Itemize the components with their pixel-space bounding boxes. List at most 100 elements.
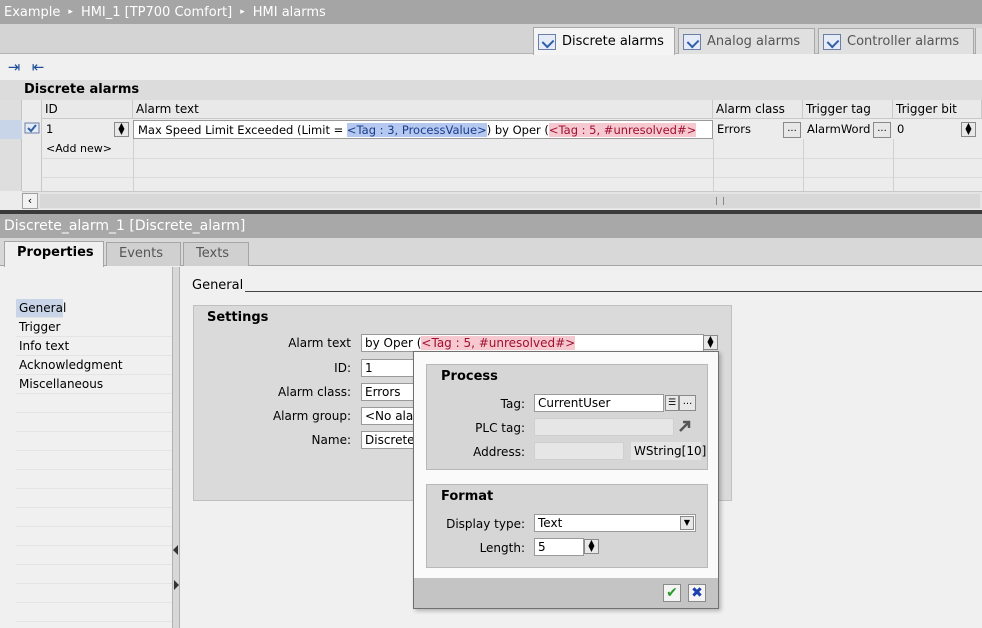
collapse-left-icon[interactable] [173, 545, 178, 555]
cancel-x-icon[interactable]: ✖ [688, 584, 706, 602]
nav-item-info-text[interactable]: Info text [16, 337, 172, 356]
alarm-text-spinner[interactable]: ▲ ▼ [703, 335, 718, 350]
column-divider [713, 139, 714, 191]
breadcrumb: Example ▸ HMI_1 [TP700 Comfort] ▸ HMI al… [0, 0, 982, 24]
goto-arrow-icon[interactable] [677, 418, 693, 434]
scroll-left-icon[interactable]: ‹ [22, 193, 38, 209]
nav-item-miscellaneous[interactable]: Miscellaneous [16, 375, 172, 394]
breadcrumb-item-project[interactable]: Example [4, 5, 60, 20]
alarm-text-middle: ) by Oper ( [486, 123, 549, 137]
nav-splitter[interactable] [172, 267, 180, 628]
tab-controller-alarms[interactable]: Controller alarms [818, 28, 974, 54]
process-value-tag-field[interactable]: <Tag : 3, ProcessValue> [346, 123, 487, 137]
nav-empty-row [16, 470, 172, 489]
export-icon[interactable]: ⇥ [5, 58, 23, 76]
column-header-alarm-class[interactable]: Alarm class [713, 100, 803, 119]
inspector-tab-bar: Properties Events Texts [0, 238, 982, 267]
discrete-alarm-icon [538, 33, 556, 50]
general-section-label: General [192, 278, 244, 293]
controller-alarm-icon [823, 33, 841, 50]
tab-analog-alarms[interactable]: Analog alarms [678, 28, 815, 54]
row-divider [42, 177, 982, 178]
alarm-class-browse-button[interactable]: ... [783, 122, 801, 138]
discrete-alarm-icon [24, 122, 40, 136]
editor-tab-bar: Discrete alarms Analog alarms Controller… [0, 24, 982, 55]
unresolved-tag-field[interactable]: <Tag : 5, #unresolved#> [548, 123, 697, 137]
cell-alarm-text[interactable]: Max Speed Limit Exceeded (Limit = <Tag :… [133, 120, 713, 139]
plc-tag-input [534, 418, 674, 436]
column-header-alarm-text[interactable]: Alarm text [133, 100, 713, 119]
address-input [534, 442, 624, 460]
nav-empty-row [16, 546, 172, 565]
trigger-bit-spinner[interactable]: ▲ ▼ [961, 122, 976, 137]
row-divider [42, 158, 982, 159]
length-spinner[interactable]: ▲ ▼ [584, 539, 599, 554]
unresolved-tag-field[interactable]: <Tag : 5, #unresolved#> [421, 336, 576, 350]
section-rule [245, 291, 982, 292]
inspector-title: Discrete_alarm_1 [Discrete_alarm] [0, 214, 982, 238]
id-spinner[interactable]: ▲ ▼ [114, 122, 129, 137]
breadcrumb-separator-icon: ▸ [240, 7, 245, 17]
display-type-value: Text [538, 516, 563, 530]
column-header-trigger-bit[interactable]: Trigger bit [893, 100, 982, 119]
tab-discrete-alarms[interactable]: Discrete alarms [533, 27, 675, 55]
display-type-select[interactable]: Text ▼ [534, 514, 696, 532]
column-header-trigger-tag[interactable]: Trigger tag [803, 100, 893, 119]
add-new-row[interactable]: <Add new> [42, 139, 133, 158]
tag-properties-popup: Process Tag: CurrentUser ☰ ... PLC tag: … [413, 351, 719, 609]
list-icon[interactable]: ☰ [665, 395, 679, 411]
nav-item-general[interactable]: General [16, 299, 66, 318]
display-type-label: Display type: [446, 517, 525, 531]
nav-empty-row [16, 527, 172, 546]
plc-tag-label: PLC tag: [475, 421, 525, 435]
row-selector[interactable] [0, 120, 22, 139]
alarm-text-input[interactable]: by Oper (<Tag : 5, #unresolved#> [361, 334, 704, 352]
format-group: Format Display type: Text ▼ Length: 5 ▲ ▼ [426, 484, 708, 568]
breadcrumb-item-device[interactable]: HMI_1 [TP700 Comfort] [81, 5, 232, 20]
nav-empty-row [16, 603, 172, 622]
process-title: Process [441, 369, 498, 384]
nav-empty-row [16, 584, 172, 603]
tag-label: Tag: [500, 397, 525, 411]
alarm-group-label: Alarm group: [272, 409, 351, 423]
tab-overflow[interactable] [975, 28, 982, 54]
tag-input[interactable]: CurrentUser [534, 394, 664, 412]
nav-item-acknowledgment[interactable]: Acknowledgment [16, 356, 172, 375]
format-title: Format [441, 489, 494, 504]
popup-footer: ✔ ✖ [414, 578, 718, 608]
settings-title: Settings [207, 310, 269, 325]
row-header-column [0, 100, 22, 191]
column-divider [803, 139, 804, 191]
tab-label: Analog alarms [707, 34, 801, 49]
tab-events[interactable]: Events [106, 242, 181, 266]
scrollbar-thumb[interactable] [40, 194, 980, 208]
trigger-tag-browse-button[interactable]: ... [873, 122, 891, 138]
nav-item-trigger[interactable]: Trigger [16, 318, 172, 337]
name-label: Name: [311, 433, 351, 447]
id-label: ID: [334, 361, 351, 375]
nav-empty-row [16, 394, 172, 413]
breadcrumb-item-editor[interactable]: HMI alarms [253, 5, 326, 20]
tab-properties[interactable]: Properties [4, 241, 104, 267]
import-icon[interactable]: ⇤ [29, 58, 47, 76]
grip-icon [716, 197, 724, 205]
column-header-id[interactable]: ID [42, 100, 133, 119]
confirm-check-icon[interactable]: ✔ [663, 584, 681, 602]
nav-empty-row [16, 432, 172, 451]
toolbar: ⇥ ⇤ [0, 55, 982, 79]
horizontal-scrollbar[interactable]: ‹ [22, 191, 982, 209]
icon-column [22, 100, 42, 191]
alarm-text-prefix: Max Speed Limit Exceeded (Limit = [138, 123, 347, 137]
column-divider [893, 139, 894, 191]
chevron-down-icon[interactable]: ▼ [680, 516, 694, 530]
process-group: Process Tag: CurrentUser ☰ ... PLC tag: … [426, 364, 708, 470]
length-label: Length: [479, 541, 525, 555]
expand-right-icon[interactable] [174, 580, 179, 590]
address-label: Address: [473, 445, 525, 459]
tab-texts[interactable]: Texts [183, 242, 249, 266]
id-input[interactable]: 1 [361, 359, 415, 377]
tag-browse-button[interactable]: ... [679, 395, 696, 411]
nav-empty-row [16, 413, 172, 432]
length-input[interactable]: 5 [534, 538, 584, 556]
nav-empty-row [16, 489, 172, 508]
